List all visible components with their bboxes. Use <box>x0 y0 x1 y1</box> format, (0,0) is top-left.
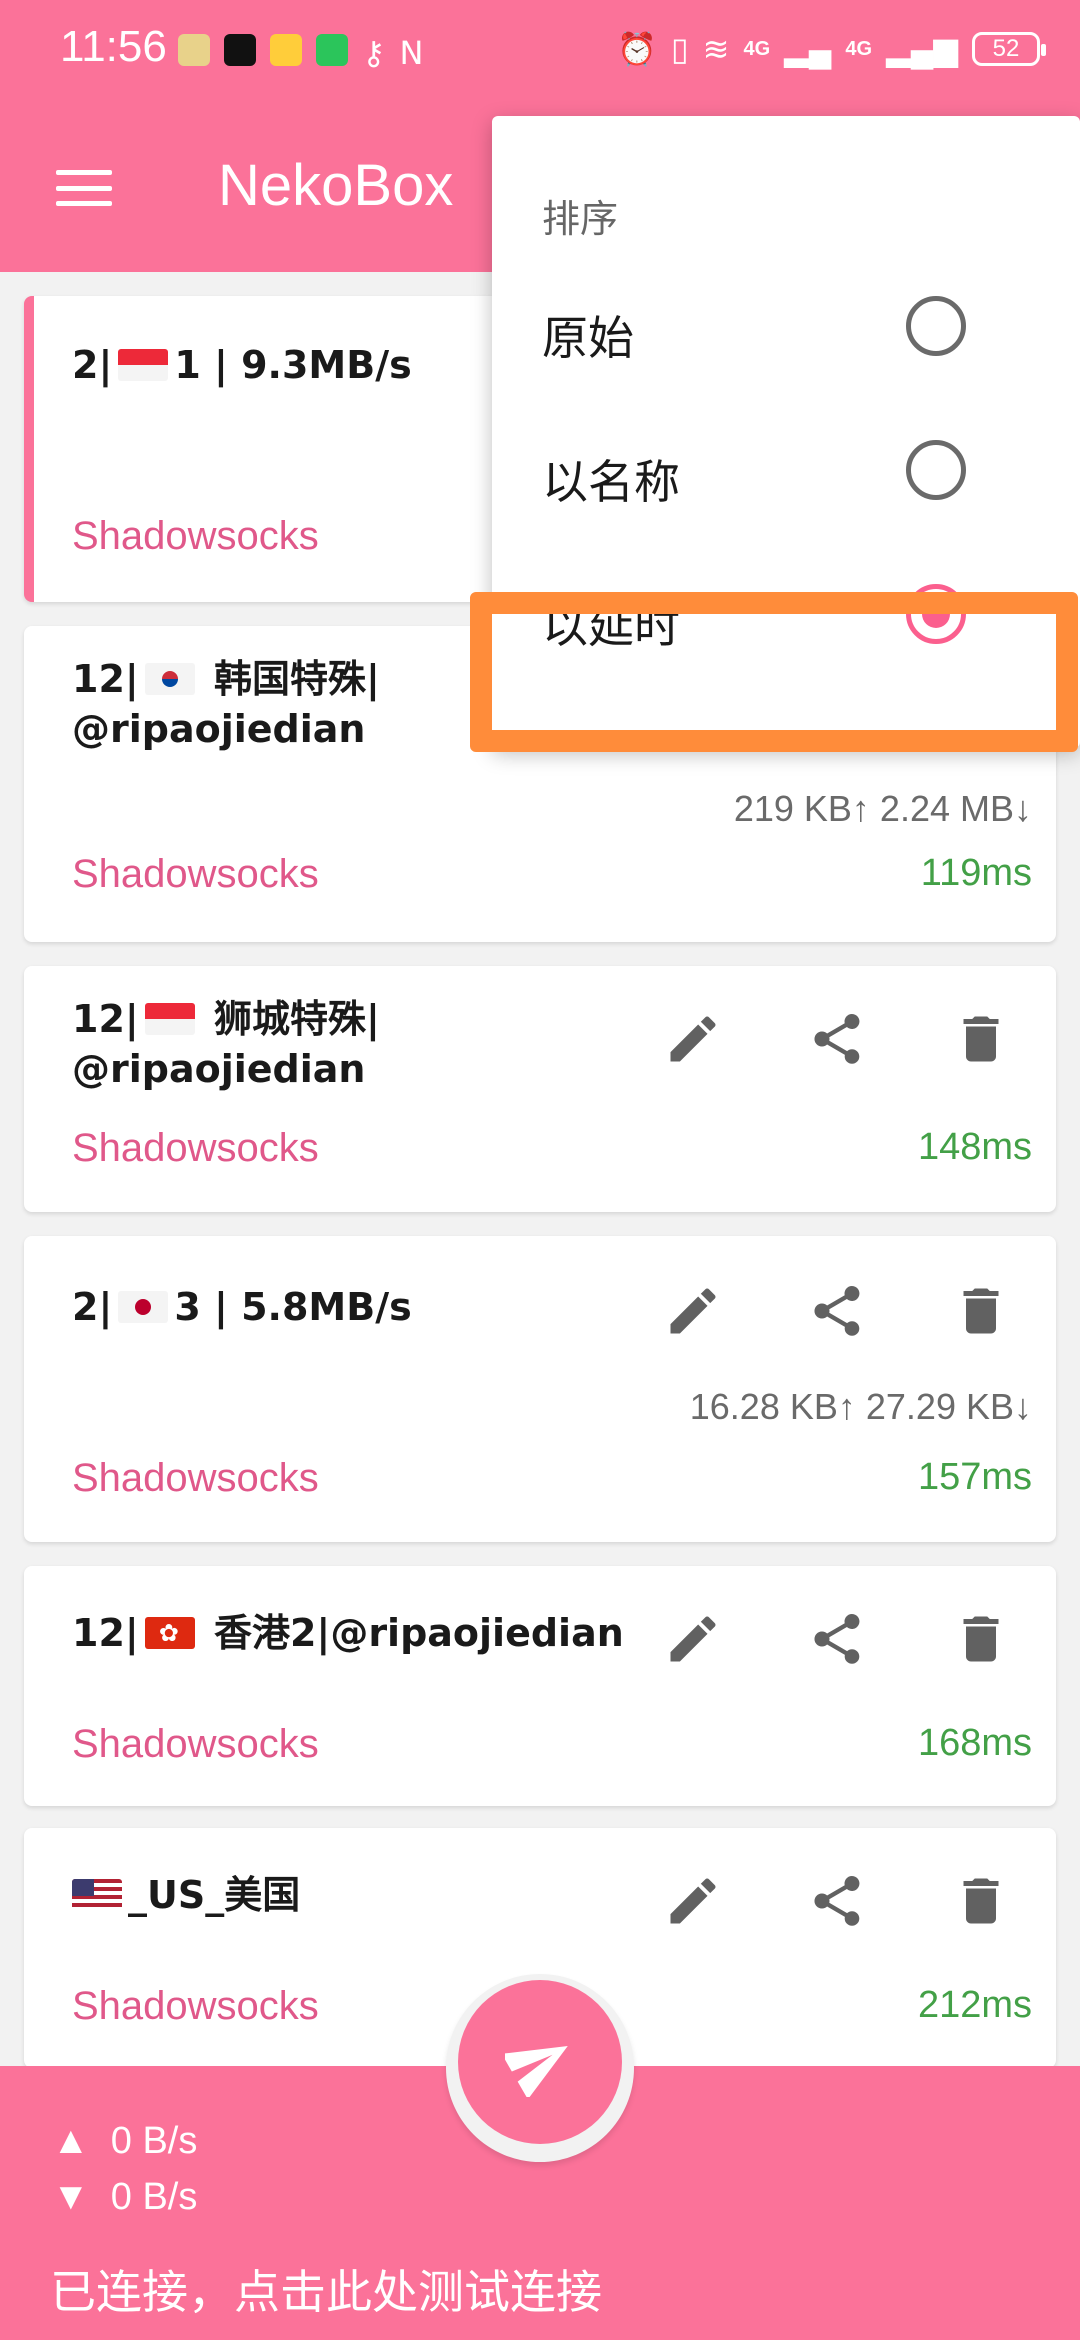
profile-name: 12| 狮城特殊| @ripaojiedian <box>72 994 380 1094</box>
share-icon[interactable] <box>786 1868 888 1934</box>
flag-hongkong-icon <box>144 1617 195 1649</box>
radio-unchecked-icon[interactable] <box>906 296 966 356</box>
delete-icon[interactable] <box>930 1868 1032 1934</box>
profile-name: _US_美国 <box>72 1870 300 1920</box>
flag-japan-icon <box>118 1291 169 1323</box>
profile-actions <box>642 1278 1032 1344</box>
profile-name-prefix: 12| <box>72 657 139 701</box>
system-icons: ⏰ ▯ ≋ 4G ▂▄ 4G ▂▄▆ 52 <box>617 30 1046 68</box>
profile-card[interactable]: 2| 3 | 5.8MB/s 16.28 KB↑ 27.29 KB↓ Shadow… <box>24 1236 1056 1542</box>
traffic-stats: 219 KB↑ 2.24 MB↓ <box>733 788 1032 829</box>
latency-value: 212ms <box>917 1984 1032 2026</box>
hamburger-icon[interactable] <box>56 170 112 206</box>
sort-menu-header: 排序 <box>542 197 619 241</box>
vibrate-icon: ▯ <box>671 31 689 67</box>
latency-value: 119ms <box>920 852 1032 894</box>
sort-option-by-latency[interactable]: 以延时 <box>492 546 1080 690</box>
signal-icon: 4G <box>845 38 873 60</box>
sort-menu: 排序 原始 以名称 以延时 <box>492 116 1080 748</box>
edit-icon[interactable] <box>642 1006 744 1072</box>
clock: 11:56 <box>60 22 167 71</box>
signal-bars-icon: ▂▄ <box>784 31 832 67</box>
share-icon[interactable] <box>786 1278 888 1344</box>
profile-name: 12| 香港2|@ripaojiedian <box>72 1608 624 1658</box>
latency-value: 157ms <box>917 1456 1032 1498</box>
profile-name-prefix: 2| <box>72 1285 113 1329</box>
flag-korea-icon <box>144 663 195 695</box>
key-icon: ⚷ <box>362 34 386 72</box>
profile-type: Shadowsocks <box>72 1126 319 1170</box>
terminal-icon <box>224 34 256 66</box>
profile-name-suffix: 香港2|@ripaojiedian <box>200 1611 624 1655</box>
notes-icon <box>270 34 302 66</box>
signal-icon: 4G <box>743 38 771 60</box>
radio-checked-icon[interactable] <box>906 584 966 644</box>
profile-name-suffix: _US_美国 <box>128 1873 301 1917</box>
signal-bars-icon: ▂▄▆ <box>886 31 958 67</box>
connection-status-text[interactable]: 已连接，点击此处测试连接 <box>50 2256 602 2322</box>
profile-name-suffix: 狮城特殊| <box>200 997 380 1041</box>
sort-option-label: 以延时 <box>542 599 680 653</box>
sort-option-original[interactable]: 原始 <box>492 258 1080 402</box>
page-title: NekoBox <box>218 153 454 218</box>
wifi-icon: ≋ <box>702 31 730 67</box>
alarm-icon: ⏰ <box>617 31 658 67</box>
download-speed: ▼ 0 B/s <box>52 2176 197 2219</box>
profile-type: Shadowsocks <box>72 852 319 896</box>
profile-name-prefix: 12| <box>72 997 139 1041</box>
flag-singapore-icon <box>118 349 169 381</box>
profile-name-suffix: 韩国特殊| <box>200 657 380 701</box>
upload-arrow-icon: ▲ <box>52 2120 90 2162</box>
profile-type: Shadowsocks <box>72 1722 319 1766</box>
profile-type: Shadowsocks <box>72 1456 319 1500</box>
traffic-stats: 16.28 KB↑ 27.29 KB↓ <box>689 1386 1032 1427</box>
profile-type: Shadowsocks <box>72 514 319 558</box>
profile-name: 12| 韩国特殊| @ripaojiedian <box>72 654 380 754</box>
app-icon <box>178 34 210 66</box>
profile-actions <box>642 1006 1032 1072</box>
profile-name-prefix: 12| <box>72 1611 139 1655</box>
edit-icon[interactable] <box>642 1278 744 1344</box>
latency-value: 168ms <box>917 1722 1032 1764</box>
edit-icon[interactable] <box>642 1606 744 1672</box>
profile-name: 2| 1 | 9.3MB/s <box>72 340 412 390</box>
radio-unchecked-icon[interactable] <box>906 440 966 500</box>
profile-card[interactable]: 12| 狮城特殊| @ripaojiedian Shadowsocks 148ms <box>24 966 1056 1212</box>
notification-icons: ⚷ Ν <box>178 34 423 72</box>
upload-speed-value: 0 B/s <box>110 2120 198 2162</box>
download-arrow-icon: ▼ <box>52 2176 90 2218</box>
share-icon[interactable] <box>786 1006 888 1072</box>
profile-actions <box>642 1606 1032 1672</box>
sort-option-label: 以名称 <box>542 455 680 509</box>
flag-us-icon <box>72 1879 122 1911</box>
delete-icon[interactable] <box>930 1606 1032 1672</box>
sort-option-by-name[interactable]: 以名称 <box>492 402 1080 546</box>
delete-icon[interactable] <box>930 1006 1032 1072</box>
profile-name-prefix: 2| <box>72 343 113 387</box>
nfc-icon: Ν <box>399 34 424 72</box>
delete-icon[interactable] <box>930 1278 1032 1344</box>
wechat-icon <box>316 34 348 66</box>
profile-name-suffix: 3 | 5.8MB/s <box>174 1285 412 1329</box>
profile-card[interactable]: 12| 香港2|@ripaojiedian Shadowsocks 168ms <box>24 1566 1056 1806</box>
sort-option-label: 原始 <box>542 311 634 365</box>
profile-name-suffix: 1 | 9.3MB/s <box>174 343 412 387</box>
edit-icon[interactable] <box>642 1868 744 1934</box>
flag-singapore-icon <box>144 1003 195 1035</box>
share-icon[interactable] <box>786 1606 888 1672</box>
download-speed-value: 0 B/s <box>110 2176 198 2218</box>
upload-speed: ▲ 0 B/s <box>52 2120 197 2163</box>
connect-button[interactable] <box>458 1980 622 2144</box>
send-icon <box>505 2045 568 2097</box>
battery-icon: 52 <box>972 32 1046 66</box>
profile-name: 2| 3 | 5.8MB/s <box>72 1282 412 1332</box>
profile-name-line2: @ripaojiedian <box>72 707 366 751</box>
latency-value: 148ms <box>917 1126 1032 1168</box>
profile-type: Shadowsocks <box>72 1984 319 2028</box>
profile-actions <box>642 1868 1032 1934</box>
status-bar: 11:56 ⚷ Ν ⏰ ▯ ≋ 4G ▂▄ 4G ▂▄▆ 52 <box>0 0 1080 100</box>
profile-name-line2: @ripaojiedian <box>72 1047 366 1091</box>
